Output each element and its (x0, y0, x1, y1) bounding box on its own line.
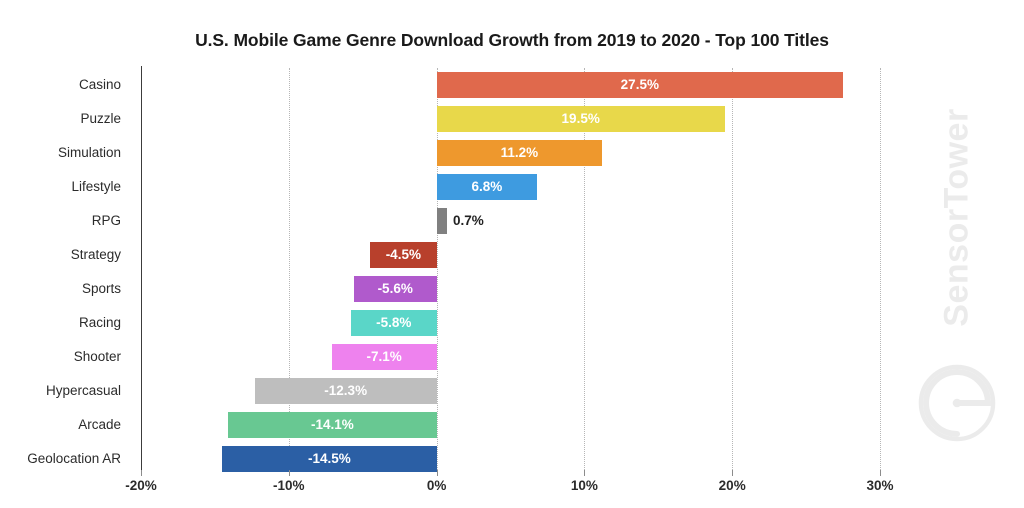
x-tick-label: 30% (866, 478, 894, 493)
plot-area: 27.5% 19.5% 11.2% 6.8% 0.7% -4.5% -5.6% -5.8% -7… (141, 68, 882, 476)
category-label-racing: Racing (78, 315, 121, 330)
bar-row: -5.8% (141, 306, 880, 340)
bar-row: 0.7% (141, 204, 880, 238)
x-tick-label: -20% (125, 478, 157, 493)
x-tick-mark (880, 470, 881, 476)
bar-row: 27.5% (141, 68, 880, 102)
gridline-30 (880, 68, 882, 476)
category-label-arcade: Arcade (78, 417, 121, 432)
bar-value-label: -14.5% (308, 451, 351, 466)
bar-value-label: -12.3% (324, 383, 368, 398)
bar-row: -5.6% (141, 272, 880, 306)
bar-chart: U.S. Mobile Game Genre Download Growth f… (0, 0, 1024, 508)
category-label-simulation: Simulation (57, 145, 121, 160)
x-tick-mark (584, 470, 586, 476)
bar-rpg[interactable] (436, 208, 447, 234)
bar-value-label: -5.6% (377, 281, 413, 296)
bar-row: 19.5% (141, 102, 880, 136)
watermark-text: SensorTower (937, 108, 976, 327)
watermark: SensorTower (898, 70, 1018, 450)
category-label-hypercasual: Hypercasual (45, 383, 121, 398)
x-tick-mark (288, 470, 290, 476)
x-tick-label: 20% (718, 478, 746, 493)
x-tick-mark (141, 470, 142, 476)
y-axis-labels: Casino Puzzle Simulation Lifestyle RPG Strate… (0, 68, 131, 476)
bar-row: -14.5% (141, 442, 880, 476)
bar-row: -14.1% (141, 408, 880, 442)
bar-value-label: 19.5% (561, 111, 600, 126)
category-label-geolocation-ar: Geolocation AR (27, 451, 121, 466)
bar-row: 11.2% (141, 136, 880, 170)
bar-value-label: -7.1% (366, 349, 402, 364)
category-label-rpg: RPG (91, 213, 121, 228)
bar-row: -4.5% (141, 238, 880, 272)
x-tick-label: 0% (426, 478, 447, 493)
bar-value-label: 11.2% (500, 145, 539, 160)
bar-value-label: 27.5% (620, 77, 659, 92)
x-tick-mark (732, 470, 734, 476)
x-tick-label: -10% (273, 478, 305, 493)
x-tick-label: 10% (570, 478, 598, 493)
category-label-strategy: Strategy (70, 247, 121, 262)
bar-value-label: -5.8% (376, 315, 412, 330)
bar-row: -12.3% (141, 374, 880, 408)
bar-value-label: 6.8% (471, 179, 503, 194)
chart-title: U.S. Mobile Game Genre Download Growth f… (195, 30, 829, 50)
bar-value-label: -14.1% (310, 417, 354, 432)
bar-value-label: 0.7% (452, 213, 484, 228)
bar-row: 6.8% (141, 170, 880, 204)
bar-row: -7.1% (141, 340, 880, 374)
sensortower-circle-logo-icon (918, 364, 996, 442)
x-axis-labels: -20% -10% 0% 10% 20% 30% (125, 470, 894, 502)
category-label-casino: Casino (78, 77, 121, 92)
bar-value-label: -4.5% (385, 247, 421, 262)
x-tick-mark (436, 470, 438, 476)
category-label-shooter: Shooter (73, 349, 121, 364)
category-label-sports: Sports (81, 281, 121, 296)
category-label-lifestyle: Lifestyle (71, 179, 121, 194)
category-label-puzzle: Puzzle (80, 111, 121, 126)
